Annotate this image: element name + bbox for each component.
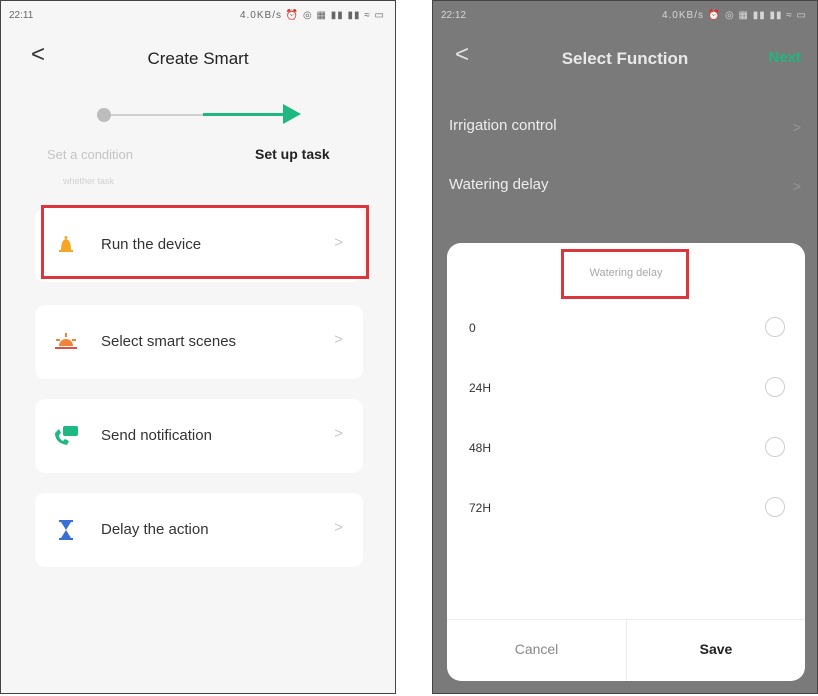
chevron-right-icon: > bbox=[792, 178, 801, 194]
next-button[interactable]: Next bbox=[768, 49, 801, 66]
page-title: Select Function bbox=[561, 49, 689, 68]
step-1-dot bbox=[97, 108, 111, 122]
function-irrigation-control[interactable]: Irrigation control > bbox=[449, 117, 801, 151]
radio-button[interactable] bbox=[765, 437, 785, 457]
create-smart-screen: 22:11 4.0KB/s ⏰ ◎ ▦ ▮▮ ▮▮ ≈ ▭ < Create S… bbox=[0, 0, 396, 694]
radio-button[interactable] bbox=[765, 377, 785, 397]
radio-button[interactable] bbox=[765, 317, 785, 337]
function-label: Irrigation control bbox=[449, 117, 557, 134]
function-label: Watering delay bbox=[449, 176, 549, 193]
status-bar: 22:11 4.0KB/s ⏰ ◎ ▦ ▮▮ ▮▮ ≈ ▭ bbox=[1, 1, 395, 31]
task-label: Run the device bbox=[101, 236, 202, 253]
hourglass-icon bbox=[59, 520, 73, 540]
bell-icon bbox=[59, 236, 73, 252]
task-label: Select smart scenes bbox=[101, 333, 237, 350]
task-run-device[interactable]: Run the device > bbox=[35, 208, 363, 282]
status-icons: 4.0KB/s ⏰ ◎ ▦ ▮▮ ▮▮ ≈ ▭ bbox=[661, 10, 807, 21]
status-time: 22:12 bbox=[441, 10, 467, 21]
task-delay-action[interactable]: Delay the action > bbox=[35, 493, 363, 567]
option-0[interactable]: 0 bbox=[447, 311, 805, 347]
save-button[interactable]: Save bbox=[627, 641, 805, 657]
sheet-title: Watering delay bbox=[589, 267, 663, 279]
sunrise-icon bbox=[55, 333, 77, 349]
option-72h[interactable]: 72H bbox=[447, 491, 805, 527]
step-1-label: Set a condition bbox=[47, 147, 134, 162]
status-bar: 22:12 4.0KB/s ⏰ ◎ ▦ ▮▮ ▮▮ ≈ ▭ bbox=[433, 1, 817, 31]
cancel-button[interactable]: Cancel bbox=[447, 641, 626, 657]
select-function-screen: 22:12 4.0KB/s ⏰ ◎ ▦ ▮▮ ▮▮ ≈ ▭ < Select F… bbox=[432, 0, 818, 694]
chevron-right-icon: > bbox=[334, 234, 343, 251]
task-send-notification[interactable]: Send notification > bbox=[35, 399, 363, 473]
option-24h[interactable]: 24H bbox=[447, 371, 805, 407]
page-title: Create Smart bbox=[147, 49, 249, 68]
status-time: 22:11 bbox=[9, 10, 34, 21]
radio-button[interactable] bbox=[765, 497, 785, 517]
task-label: Delay the action bbox=[101, 521, 209, 538]
option-label: 0 bbox=[469, 321, 476, 335]
option-48h[interactable]: 48H bbox=[447, 431, 805, 467]
step-progress-line bbox=[111, 114, 203, 116]
task-label: Send notification bbox=[101, 427, 212, 444]
phone-message-icon bbox=[55, 426, 78, 445]
task-select-smart-scenes[interactable]: Select smart scenes > bbox=[35, 305, 363, 379]
chevron-right-icon: > bbox=[334, 331, 343, 348]
function-watering-delay[interactable]: Watering delay > bbox=[449, 176, 801, 210]
option-label: 72H bbox=[469, 501, 492, 515]
option-label: 24H bbox=[469, 381, 492, 395]
chevron-right-icon: > bbox=[334, 519, 343, 536]
step-progress-active-line bbox=[203, 113, 283, 116]
watering-delay-sheet: Watering delay 0 24H 48H 72H Cancel Save bbox=[447, 243, 805, 681]
option-label: 48H bbox=[469, 441, 492, 455]
status-icons: 4.0KB/s ⏰ ◎ ▦ ▮▮ ▮▮ ≈ ▭ bbox=[239, 10, 385, 21]
step-2-label: Set up task bbox=[255, 146, 330, 162]
chevron-right-icon: > bbox=[334, 425, 343, 442]
chevron-right-icon: > bbox=[792, 119, 801, 135]
step-arrow-icon bbox=[283, 104, 301, 124]
step-1-sublabel: whether task bbox=[63, 176, 115, 186]
